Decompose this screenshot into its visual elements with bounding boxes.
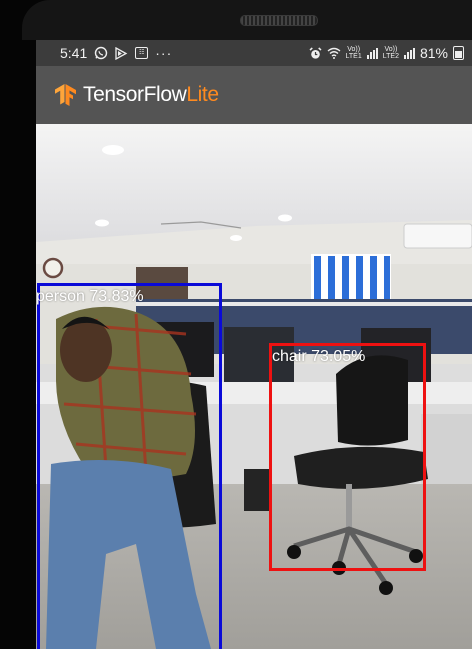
app-title-primary: TensorFlow [83, 83, 187, 106]
phone-top-edge [22, 0, 472, 40]
ceiling-light [278, 214, 292, 222]
trash-bin [244, 469, 270, 511]
message-icon: ☷ [135, 47, 149, 59]
detection-box-person [37, 283, 222, 649]
tensorflow-logo-icon [55, 84, 76, 106]
alarm-icon [309, 46, 322, 60]
app-title: TensorFlowLite [83, 83, 219, 107]
whatsapp-icon [94, 46, 108, 60]
air-conditioner [403, 223, 472, 249]
speaker-grille [240, 15, 318, 26]
more-icon: ··· [155, 45, 173, 61]
battery-icon [453, 46, 464, 60]
detection-label-person: person 73.83% [36, 288, 144, 305]
network-1-tag: Vo)) LTE1 [345, 46, 362, 60]
signal-2-icon [403, 47, 415, 59]
phone-frame: 5:41 ☷ ··· Vo)) LTE1 Vo)) LTE2 81% Tenso… [0, 0, 472, 649]
ceiling-light [230, 235, 242, 241]
network-2-tag: Vo)) LTE2 [382, 46, 399, 60]
detection-label-chair: chair 73.05% [272, 348, 366, 365]
wall-clock [42, 257, 64, 279]
detection-box-chair [269, 343, 426, 571]
cast-icon [115, 46, 128, 60]
camera-preview: person 73.83% chair 73.05% [36, 124, 472, 649]
signal-1-icon [366, 47, 378, 59]
status-bar: 5:41 ☷ ··· Vo)) LTE1 Vo)) LTE2 81% [36, 40, 472, 66]
app-bar: TensorFlowLite [36, 66, 472, 124]
app-title-secondary: Lite [186, 83, 219, 106]
ceiling-light [102, 145, 124, 155]
phone-screen: 5:41 ☷ ··· Vo)) LTE1 Vo)) LTE2 81% Tenso… [36, 40, 472, 649]
ceiling-light [95, 219, 109, 227]
wifi-icon [327, 47, 341, 59]
battery-percentage: 81% [419, 45, 448, 61]
status-time: 5:41 [60, 45, 88, 61]
